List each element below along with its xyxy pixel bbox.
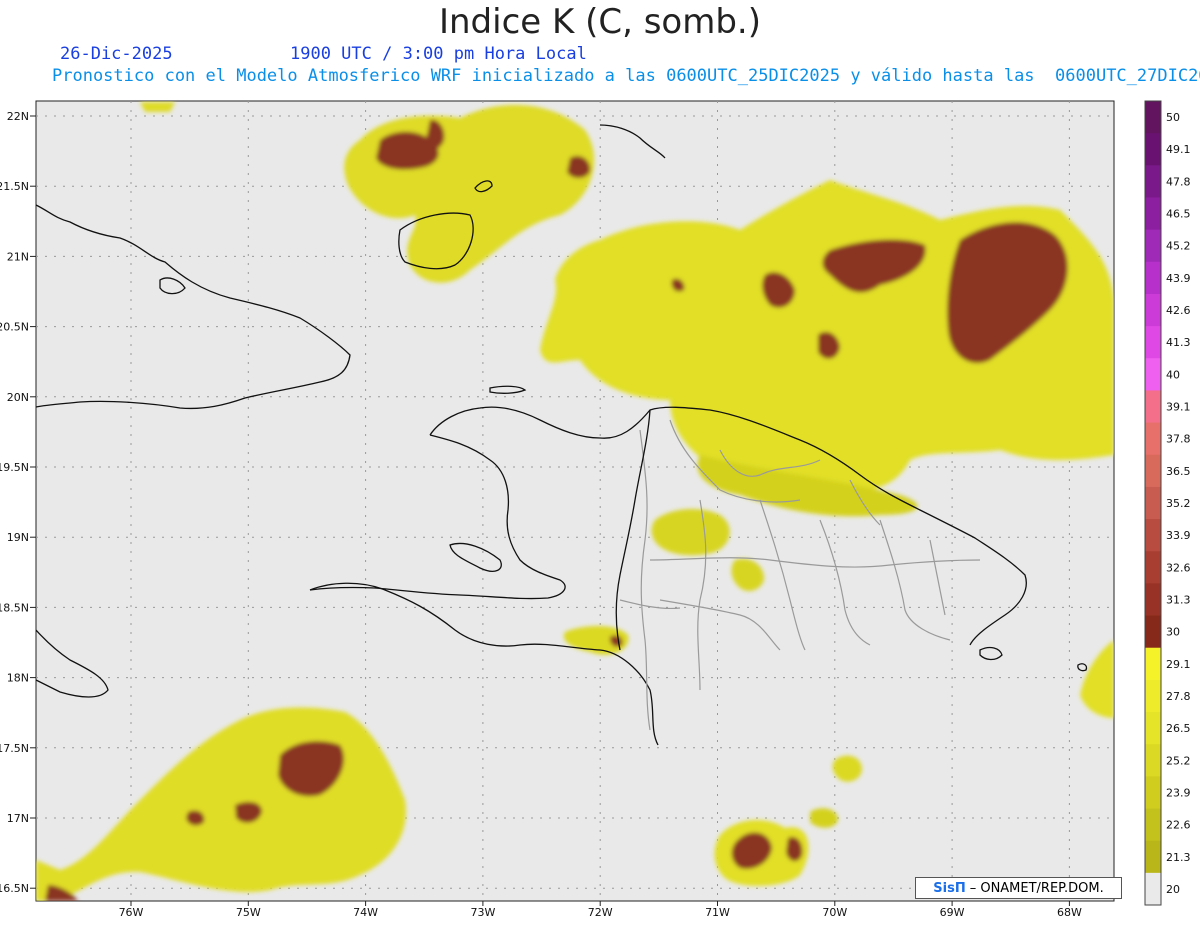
forecast-map: 22N 21.5N 21N 20.5N 20N 19.5N 19N 18.5N 18N 17.5N… [0, 100, 1191, 919]
colorbar-swatch [1145, 390, 1161, 424]
colorbar-swatch [1145, 615, 1161, 649]
colorbar-swatch [1145, 519, 1161, 552]
colorbar-label: 31.3 [1166, 593, 1191, 606]
longitude-labels: 76W 75W 74W 73W 72W 71W 70W 69W 68W [119, 901, 1082, 919]
lon-label: 74W [353, 906, 378, 919]
lon-label: 72W [588, 906, 613, 919]
colorbar-label: 33.9 [1166, 529, 1191, 542]
credit-box: SisΠ – ONAMET/REP.DOM. [915, 877, 1122, 899]
lat-label: 20.5N [0, 321, 29, 334]
colorbar-label: 21.3 [1166, 851, 1191, 864]
colorbar-swatch [1145, 712, 1161, 745]
colorbar-label: 47.8 [1166, 175, 1191, 188]
map-title: Indice K (C, somb.) [438, 2, 762, 42]
field-yellow-c1 [651, 508, 730, 556]
lat-label: 22N [7, 110, 29, 123]
colorbar-label: 22.6 [1166, 819, 1191, 832]
colorbar-label: 20 [1166, 883, 1180, 896]
colorbar-swatch [1145, 422, 1161, 456]
colorbar-label: 39.1 [1166, 401, 1191, 414]
lon-label: 73W [470, 906, 495, 919]
colorbar-label: 29.1 [1166, 658, 1191, 671]
lat-label: 20N [7, 391, 29, 404]
credit-text: – ONAMET/REP.DOM. [969, 880, 1104, 896]
colorbar-swatch [1145, 165, 1161, 198]
colorbar-label: 50 [1166, 111, 1180, 124]
colorbar-swatch [1145, 808, 1161, 842]
colorbar-swatch [1145, 229, 1161, 263]
colorbar-label: 30 [1166, 626, 1180, 639]
colorbar-label: 49.1 [1166, 143, 1191, 156]
colorbar-swatch [1145, 293, 1161, 327]
colorbar-label: 45.2 [1166, 240, 1191, 253]
colorbar-swatch [1145, 133, 1161, 166]
lon-label: 70W [822, 906, 847, 919]
lon-label: 75W [236, 906, 261, 919]
lon-label: 76W [119, 906, 144, 919]
colorbar-label: 43.9 [1166, 272, 1191, 285]
colorbar-swatch [1145, 326, 1161, 359]
colorbar-swatch [1145, 358, 1161, 391]
colorbar-label: 23.9 [1166, 786, 1191, 799]
colorbar-swatch [1145, 840, 1161, 874]
lat-label: 18N [7, 672, 29, 685]
latitude-labels: 22N 21.5N 21N 20.5N 20N 19.5N 19N 18.5N 18N 17.5N… [0, 110, 36, 895]
colorbar-swatch [1145, 454, 1161, 488]
lat-label: 21N [7, 250, 29, 263]
colorbar-swatch [1145, 101, 1161, 134]
lat-label: 17.5N [0, 742, 29, 755]
lat-label: 18.5N [0, 601, 29, 614]
forecast-time: 1900 UTC / 3:00 pm Hora Local [290, 44, 587, 64]
colorbar-label: 36.5 [1166, 465, 1191, 478]
lat-label: 17N [7, 812, 29, 825]
colorbar-swatch [1145, 583, 1161, 617]
colorbar-label: 27.8 [1166, 690, 1191, 703]
colorbar: 50 49.1 47.8 46.5 45.2 43.9 42.6 41.3 40 39.1 37.8… [1144, 100, 1191, 906]
colorbar-swatch [1145, 261, 1161, 295]
colorbar-label: 41.3 [1166, 336, 1191, 349]
lat-label: 16.5N [0, 882, 29, 895]
colorbar-label: 26.5 [1166, 722, 1191, 735]
lon-label: 71W [705, 906, 730, 919]
colorbar-swatch [1145, 776, 1161, 810]
colorbar-label: 37.8 [1166, 433, 1191, 446]
lon-label: 68W [1057, 906, 1082, 919]
lat-label: 19N [7, 531, 29, 544]
colorbar-swatch [1145, 486, 1161, 520]
colorbar-swatch [1145, 872, 1161, 906]
colorbar-label: 40 [1166, 368, 1180, 381]
colorbar-label: 25.2 [1166, 754, 1191, 767]
colorbar-label: 35.2 [1166, 497, 1191, 510]
colorbar-label: 32.6 [1166, 561, 1191, 574]
colorbar-label: 46.5 [1166, 208, 1191, 221]
sispi-logo: SisΠ [933, 880, 966, 896]
lat-label: 21.5N [0, 180, 29, 193]
colorbar-swatch [1145, 197, 1161, 231]
colorbar-swatch [1145, 551, 1161, 584]
colorbar-swatch [1145, 647, 1161, 681]
field-yellow-nw2 [140, 102, 175, 112]
colorbar-label: 42.6 [1166, 304, 1191, 317]
colorbar-swatch [1145, 744, 1161, 777]
forecast-date: 26-Dic-2025 [60, 44, 173, 64]
lon-label: 69W [940, 906, 965, 919]
lat-label: 19.5N [0, 461, 29, 474]
model-description: Pronostico con el Modelo Atmosferico WRF… [52, 66, 1200, 86]
colorbar-swatch [1145, 679, 1161, 713]
